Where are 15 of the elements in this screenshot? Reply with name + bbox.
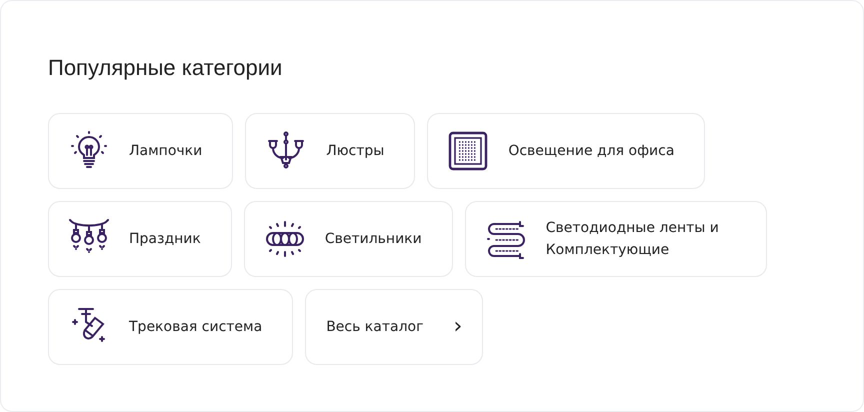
grid-panel-icon bbox=[448, 131, 488, 171]
category-card[interactable]: Светодиодные ленты и Комплектующие bbox=[464, 201, 767, 277]
chevron-icon: › bbox=[453, 316, 462, 338]
coil-lamp-icon bbox=[264, 219, 305, 259]
section-title: Популярные категории bbox=[48, 54, 284, 82]
category-card[interactable]: Лампочки bbox=[48, 113, 234, 189]
category-card[interactable]: Трековая система bbox=[48, 289, 294, 365]
catalog-link[interactable]: Весь каталог › bbox=[305, 289, 484, 365]
category-card[interactable]: Светильники bbox=[244, 201, 453, 277]
category-card[interactable]: Люстры bbox=[245, 113, 416, 189]
chandelier-icon bbox=[266, 131, 306, 171]
led-strip-icon bbox=[486, 219, 526, 259]
category-card[interactable]: Праздник bbox=[48, 201, 232, 277]
category-card[interactable]: Освещение для офиса bbox=[427, 113, 706, 189]
lightbulb-icon bbox=[69, 131, 109, 171]
